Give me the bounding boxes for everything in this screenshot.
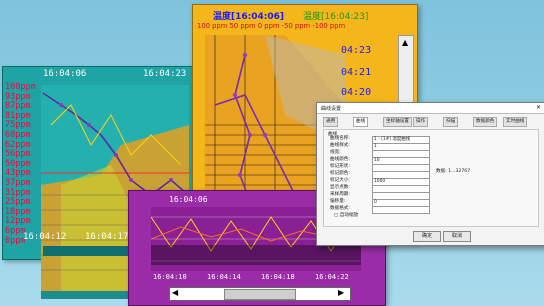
scroll-thumb[interactable] [224,289,296,300]
auto-scale-checkbox[interactable]: □ 自动缩放 [334,212,358,218]
field-value [373,165,374,170]
field-value [373,207,374,212]
field-value [373,151,374,156]
dialog-titlebar: 曲线设置 ✕ [317,103,544,114]
time-left: 16:04:06 [43,69,87,79]
field-value: 10 [374,158,380,163]
field-label: 标记颜色: [330,171,350,176]
tab-4[interactable]: 扫描 [443,117,459,127]
horizontal-scrollbar[interactable]: ◀ ▶ [169,287,351,301]
scroll-left-icon[interactable]: ◀ [172,288,178,297]
scale-labels: 100 ppm 50 ppm 0 ppm -50 ppm -100 ppm [197,22,346,30]
tab-2[interactable]: 坐标轴设置 [383,117,412,127]
time-2: 04:21 [341,67,372,78]
time-tick: 16:04:22 [315,273,349,281]
field-label: 标记大小: [330,178,350,183]
field-label: 曲线名称: [330,136,350,141]
time-tick: 16:04:14 [207,273,241,281]
field-input[interactable] [372,206,430,214]
field-label: 线宽: [330,150,341,155]
time-1: 04:23 [341,45,372,56]
purple-header-time: 16:04:06 [169,195,208,204]
close-icon[interactable]: ✕ [536,104,541,111]
tab-6[interactable]: 实时曲线 [503,117,528,127]
field-value: 0 [374,200,377,205]
title-a: 温度[16:04:06] [213,12,284,22]
tab-1[interactable]: 曲线 [353,117,369,127]
ok-button[interactable]: 确定 [413,231,441,242]
field-label: 曲线样式: [330,143,350,148]
field-label: 标记形状: [330,164,350,169]
field-value: 1 [374,144,377,149]
field-label: 偏移量: [330,199,346,204]
time-right: 16:04:23 [143,69,187,79]
bottom-time-right: 16:04:17 [85,232,129,242]
cancel-button[interactable]: 取消 [443,231,471,242]
title-b: 温度[16:04:23] [303,12,369,22]
time-tick: 16:04:18 [261,273,295,281]
field-label: 曲线颜色: [330,157,350,162]
field-label: 显示点数: [330,185,350,190]
field-value: 1000 [374,179,386,184]
scroll-right-icon[interactable]: ▶ [338,288,344,297]
field-value [373,193,374,198]
field-value [373,172,374,177]
field-value [373,186,374,191]
tab-0[interactable]: 通用 [323,117,339,127]
time-3: 04:20 [341,87,372,98]
bottom-time-left: 16:04:12 [23,232,67,242]
time-header: 16:04:06 16:04:23 [3,69,193,83]
tab-3[interactable]: 操作 [413,117,429,127]
tab-5[interactable]: 数据颜色 [473,117,498,127]
scroll-up-icon[interactable]: ▲ [402,38,408,47]
field-label: 采样周期: [330,192,350,197]
time-tick: 16:04:10 [153,273,187,281]
data-range-note: 数据: 1...32767 [436,169,471,174]
field-value: 1 - (1#) 温度曲线 [374,137,411,142]
settings-dialog: 曲线设置 ✕ 通用 曲线 坐标轴设置 操作 扫描 数据颜色 实时曲线 曲线 曲线名称: 1 -… [316,102,544,246]
dialog-form: 曲线 曲线名称: 1 - (1#) 温度曲线 曲线样式: 1 线宽: 曲线颜色: 10 标记形… [323,129,539,227]
dialog-title: 曲线设置 [321,106,342,112]
